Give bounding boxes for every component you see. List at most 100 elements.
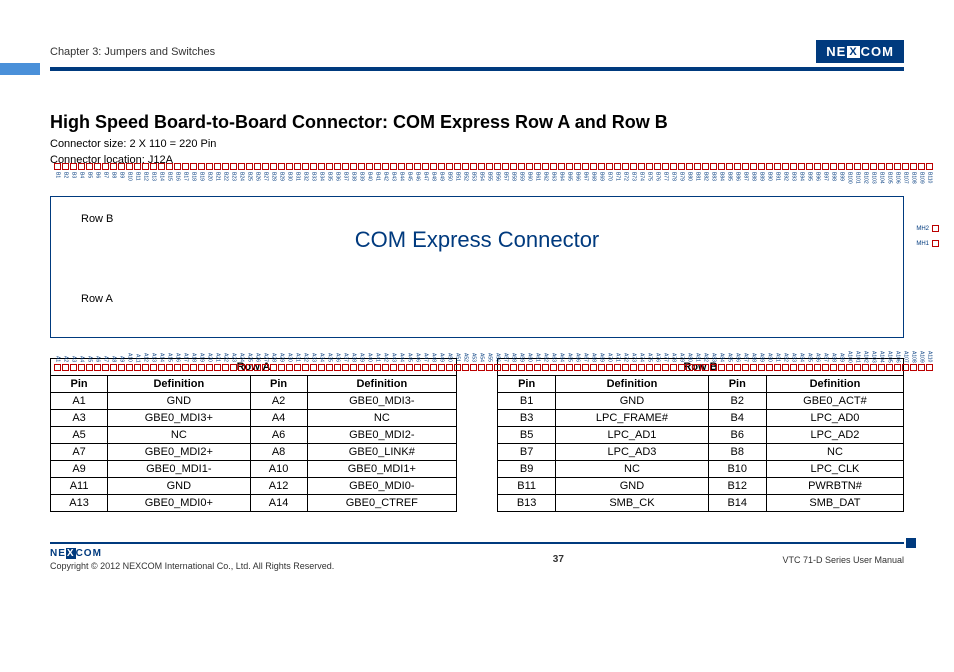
pin-marker: B28: [270, 163, 277, 197]
table-cell: GND: [108, 393, 250, 410]
mounting-holes: MH2 MH1: [916, 217, 939, 255]
pin-marker: B27: [262, 163, 269, 197]
pin-marker: B47: [422, 163, 429, 197]
pin-marker: B85: [726, 163, 733, 197]
pin-marker: A28: [270, 337, 277, 371]
pin-marker: B96: [814, 163, 821, 197]
pin-marker: B69: [598, 163, 605, 197]
table-cell: GBE0_LINK#: [307, 444, 456, 461]
pin-marker: A13: [150, 337, 157, 371]
table-row: A11GNDA12GBE0_MDI0-: [51, 478, 457, 495]
pin-marker: B49: [438, 163, 445, 197]
table-row: A5NCA6GBE0_MDI2-: [51, 427, 457, 444]
pin-marker: B5: [86, 163, 93, 197]
table-cell: B8: [708, 444, 766, 461]
row-b-table: Row B PinDefinitionPinDefinition B1GNDB2…: [497, 358, 904, 512]
pin-marker: B97: [822, 163, 829, 197]
pin-marker: A17: [182, 337, 189, 371]
pin-marker: B100: [846, 163, 853, 197]
pin-marker: A79: [678, 337, 685, 371]
pin-marker: A6: [94, 337, 101, 371]
pin-marker: A80: [686, 337, 693, 371]
table-cell: A1: [51, 393, 108, 410]
pin-marker: B98: [830, 163, 837, 197]
pin-marker: B15: [166, 163, 173, 197]
pin-marker: A64: [558, 337, 565, 371]
table-cell: GBE0_MDI0+: [108, 495, 250, 512]
pin-marker: A49: [438, 337, 445, 371]
column-header: Pin: [708, 376, 766, 393]
pin-marker: B58: [510, 163, 517, 197]
pin-marker: B61: [534, 163, 541, 197]
table-cell: B14: [708, 495, 766, 512]
pin-marker: B66: [574, 163, 581, 197]
pin-marker: A10: [126, 337, 133, 371]
table-cell: LPC_AD0: [766, 410, 903, 427]
pin-marker: A15: [166, 337, 173, 371]
pin-marker: A89: [758, 337, 765, 371]
pin-marker: B70: [606, 163, 613, 197]
pin-marker: A7: [102, 337, 109, 371]
pin-marker: A58: [510, 337, 517, 371]
table-cell: GBE0_MDI1-: [108, 461, 250, 478]
mh1-label: MH1: [916, 240, 939, 247]
table-cell: B9: [498, 461, 556, 478]
pin-marker: B104: [878, 163, 885, 197]
table-row: B5LPC_AD1B6LPC_AD2: [498, 427, 904, 444]
pin-marker: A106: [894, 337, 901, 371]
pin-marker: A31: [294, 337, 301, 371]
pin-marker: A73: [630, 337, 637, 371]
pin-marker: B80: [686, 163, 693, 197]
pin-marker: A90: [766, 337, 773, 371]
pin-marker: A65: [566, 337, 573, 371]
pin-marker: B63: [550, 163, 557, 197]
table-cell: A9: [51, 461, 108, 478]
pin-marker: A56: [494, 337, 501, 371]
pin-marker: A82: [702, 337, 709, 371]
pin-marker: A14: [158, 337, 165, 371]
table-cell: GBE0_MDI2-: [307, 427, 456, 444]
pin-marker: B17: [182, 163, 189, 197]
table-cell: A2: [250, 393, 307, 410]
table-cell: B2: [708, 393, 766, 410]
pin-marker: B23: [230, 163, 237, 197]
pin-marker: A16: [174, 337, 181, 371]
table-cell: GND: [556, 478, 708, 495]
pin-marker: A42: [382, 337, 389, 371]
pin-marker: A5: [86, 337, 93, 371]
pin-marker: B10: [126, 163, 133, 197]
pin-marker: B57: [502, 163, 509, 197]
pin-marker: B56: [494, 163, 501, 197]
table-cell: GBE0_MDI2+: [108, 444, 250, 461]
pin-marker: A11: [134, 337, 141, 371]
pin-marker: B14: [158, 163, 165, 197]
pin-marker: B102: [862, 163, 869, 197]
pin-marker: B3: [70, 163, 77, 197]
pin-marker: B13: [150, 163, 157, 197]
pin-marker: B108: [910, 163, 917, 197]
pin-marker: B78: [670, 163, 677, 197]
pin-marker: A72: [622, 337, 629, 371]
pin-marker: A59: [518, 337, 525, 371]
table-cell: A4: [250, 410, 307, 427]
pin-marker: B87: [742, 163, 749, 197]
pin-marker: B72: [622, 163, 629, 197]
table-cell: GBE0_CTREF: [307, 495, 456, 512]
pin-marker: A91: [774, 337, 781, 371]
table-b-body: B1GNDB2GBE0_ACT#B3LPC_FRAME#B4LPC_AD0B5L…: [498, 393, 904, 512]
pin-marker: B34: [318, 163, 325, 197]
table-cell: GND: [556, 393, 708, 410]
pin-marker: B67: [582, 163, 589, 197]
mh2-label: MH2: [916, 225, 939, 232]
pin-marker: B77: [662, 163, 669, 197]
table-a-header-row: PinDefinitionPinDefinition: [51, 376, 457, 393]
pin-marker: A33: [310, 337, 317, 371]
pin-marker: B21: [214, 163, 221, 197]
pin-marker: B81: [694, 163, 701, 197]
pin-marker: A108: [910, 337, 917, 371]
pin-marker: B8: [110, 163, 117, 197]
table-cell: B7: [498, 444, 556, 461]
pin-marker: A37: [342, 337, 349, 371]
pin-marker: B83: [710, 163, 717, 197]
table-cell: LPC_AD3: [556, 444, 708, 461]
